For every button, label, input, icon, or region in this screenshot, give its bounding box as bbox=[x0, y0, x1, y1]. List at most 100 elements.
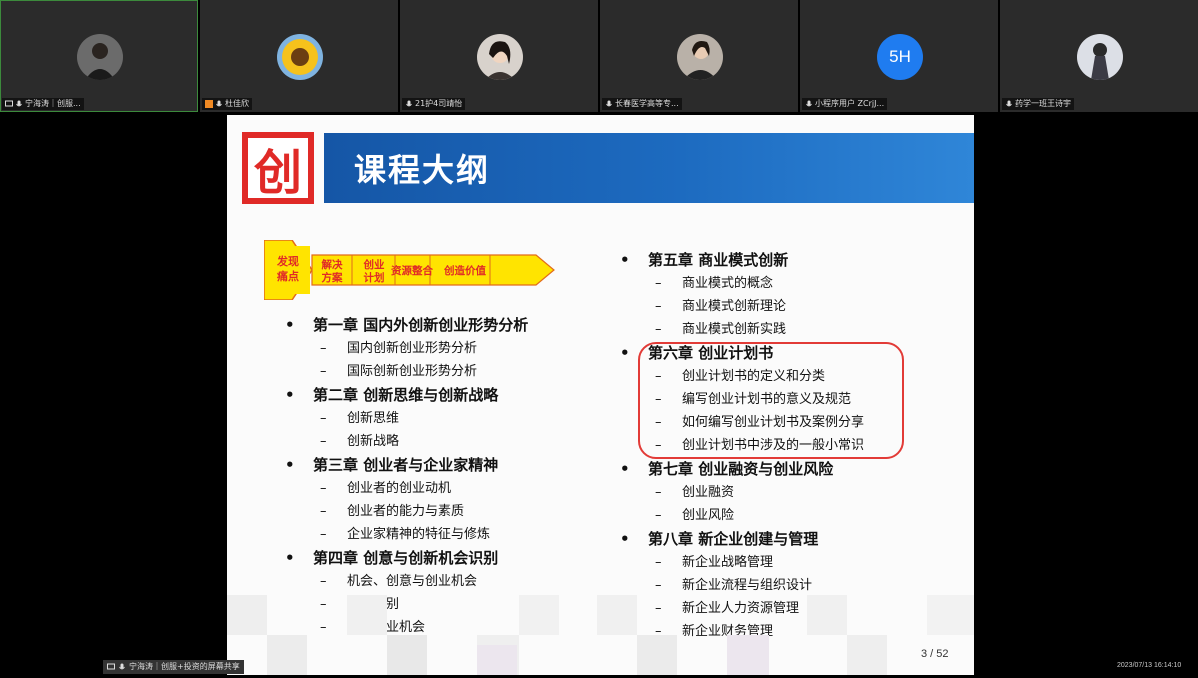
flow-band bbox=[311, 254, 555, 286]
process-flow: 发现 痛点 解决 方案 创业 计划 资源整合 创造价值 bbox=[263, 239, 556, 304]
dash: – bbox=[320, 504, 327, 519]
participant-tile[interactable]: 长春医学高等专... bbox=[600, 0, 798, 112]
dash: – bbox=[655, 578, 662, 593]
chapter-title: 第七章 创业融资与创业风险 bbox=[648, 460, 834, 478]
bullet: • bbox=[285, 316, 295, 334]
participant-name: 宁海涛｜创服... bbox=[25, 99, 81, 108]
chapter-heading: • 第八章 新企业创建与管理 bbox=[620, 527, 864, 551]
chapter-item: – 企业家精神的特征与修炼 bbox=[285, 523, 528, 546]
chapter-item: – 国内创新创业形势分析 bbox=[285, 337, 528, 360]
participant-tile[interactable]: 21护4司靖怡 bbox=[400, 0, 598, 112]
initials-avatar: 5H bbox=[877, 34, 923, 80]
microphone-icon bbox=[119, 663, 125, 670]
bullet: • bbox=[620, 251, 630, 269]
chapter-item-text: 商业模式的概念 bbox=[682, 276, 774, 291]
person-avatar bbox=[1077, 34, 1123, 80]
chapter-item-text: 国际创新创业形势分析 bbox=[347, 364, 478, 379]
slide-title: 课程大纲 bbox=[354, 151, 491, 189]
participant-name-bar: 长春医学高等专... bbox=[602, 98, 682, 110]
chapter-item: – 新企业战略管理 bbox=[620, 551, 864, 574]
participant-strip: 宁海涛｜创服... 杜佳欣 21护4司靖怡 长春医学高等专... 5H 小程序用… bbox=[0, 0, 1198, 112]
participant-tile[interactable]: 药学一班王诗宇 bbox=[1000, 0, 1198, 112]
chapter-item-text: 新企业流程与组织设计 bbox=[682, 578, 813, 593]
bullet: • bbox=[620, 530, 630, 548]
participant-name-bar: 药学一班王诗宇 bbox=[1002, 98, 1074, 110]
microphone-icon bbox=[806, 100, 812, 107]
chapter-item: – 国际创新创业形势分析 bbox=[285, 360, 528, 383]
participant-name-bar: 小程序用户 ZCrjJ... bbox=[802, 98, 888, 110]
participant-name: 小程序用户 ZCrjJ... bbox=[815, 99, 885, 108]
microphone-icon bbox=[606, 100, 612, 107]
logo-character: 创 bbox=[248, 138, 308, 201]
chapter-item-text: 创业风险 bbox=[682, 508, 735, 523]
chapter-item: – 创业融资 bbox=[620, 481, 864, 504]
microphone-icon bbox=[406, 100, 412, 107]
bullet: • bbox=[285, 456, 295, 474]
decorative-mosaic bbox=[227, 595, 974, 675]
chapter-heading: • 第三章 创业者与企业家精神 bbox=[285, 453, 528, 477]
bullet: • bbox=[620, 460, 630, 478]
chapter-title: 第四章 创意与创新机会识别 bbox=[313, 549, 499, 567]
participant-name: 21护4司靖怡 bbox=[415, 99, 463, 108]
screen-share-label[interactable]: 宁海涛｜创服+投资的屏幕共享 bbox=[103, 660, 244, 674]
user-icon bbox=[205, 100, 213, 108]
microphone-icon bbox=[1006, 100, 1012, 107]
chapter-item: – 创业者的能力与素质 bbox=[285, 500, 528, 523]
chapter-heading: • 第五章 商业模式创新 bbox=[620, 248, 864, 272]
participant-name: 长春医学高等专... bbox=[615, 99, 679, 108]
dash: – bbox=[655, 276, 662, 291]
chapter-item-text: 企业家精神的特征与修炼 bbox=[347, 527, 491, 542]
dash: – bbox=[655, 508, 662, 523]
flow-step-3-line2: 计划 bbox=[364, 271, 385, 284]
chapter-item: – 创新战略 bbox=[285, 430, 528, 453]
participant-name-bar: 宁海涛｜创服... bbox=[2, 98, 84, 110]
participant-tile[interactable]: 杜佳欣 bbox=[200, 0, 398, 112]
participant-name: 杜佳欣 bbox=[225, 99, 249, 108]
dash: – bbox=[655, 485, 662, 500]
flow-step-5: 创造价值 bbox=[443, 264, 486, 277]
flow-step-4: 资源整合 bbox=[391, 264, 433, 277]
chapter-item: – 创业者的创业动机 bbox=[285, 477, 528, 500]
chapter-item: – 商业模式创新理论 bbox=[620, 295, 864, 318]
chapter-item: – 创新思维 bbox=[285, 407, 528, 430]
chapter-item-text: 创业融资 bbox=[682, 485, 735, 500]
chapter-item: – 机会、创意与创业机会 bbox=[285, 570, 528, 593]
timestamp: 2023/07/13 16:14:10 bbox=[1117, 662, 1182, 669]
flow-step-2-line2: 方案 bbox=[322, 271, 343, 284]
chapter-item-text: 创新战略 bbox=[347, 434, 400, 449]
shared-slide: 创 课程大纲 发现 痛点 解决 方案 创业 计划 资源整合 创造价值 • 第一章… bbox=[227, 115, 974, 675]
dash: – bbox=[320, 364, 327, 379]
chapter-item-text: 新企业战略管理 bbox=[682, 555, 774, 570]
chapter-item: – 创业风险 bbox=[620, 504, 864, 527]
participant-name-bar: 21护4司靖怡 bbox=[402, 98, 466, 110]
participant-tile[interactable]: 宁海涛｜创服... bbox=[0, 0, 198, 112]
dash: – bbox=[655, 555, 662, 570]
flow-step-3-line1: 创业 bbox=[363, 258, 385, 271]
dash: – bbox=[320, 411, 327, 426]
highlight-ring bbox=[638, 342, 904, 459]
chapter-heading: • 第七章 创业融资与创业风险 bbox=[620, 457, 864, 481]
chapter-item-text: 机会、创意与创业机会 bbox=[347, 574, 478, 589]
chapter-item-text: 创业者的创业动机 bbox=[347, 481, 452, 496]
microphone-icon bbox=[16, 100, 22, 107]
chapter-title: 第五章 商业模式创新 bbox=[648, 251, 789, 269]
chapter-item: – 商业模式创新实践 bbox=[620, 318, 864, 341]
chapter-title: 第八章 新企业创建与管理 bbox=[648, 530, 819, 548]
chapter-heading: • 第四章 创意与创新机会识别 bbox=[285, 546, 528, 570]
flow-step-1-line1: 发现 bbox=[276, 254, 299, 268]
page-indicator: 3 / 52 bbox=[921, 648, 949, 660]
dash: – bbox=[320, 434, 327, 449]
participant-tile[interactable]: 5H 小程序用户 ZCrjJ... bbox=[800, 0, 998, 112]
chapter-item: – 新企业流程与组织设计 bbox=[620, 574, 864, 597]
person-avatar bbox=[77, 34, 123, 80]
chapter-item: – 商业模式的概念 bbox=[620, 272, 864, 295]
dash: – bbox=[320, 574, 327, 589]
bullet: • bbox=[620, 344, 630, 362]
chapter-heading: • 第一章 国内外创新创业形势分析 bbox=[285, 313, 528, 337]
chapter-item-text: 商业模式创新实践 bbox=[682, 322, 787, 337]
chapter-item-text: 创新思维 bbox=[347, 411, 400, 426]
chapter-item-text: 商业模式创新理论 bbox=[682, 299, 787, 314]
flow-step-1-line2: 痛点 bbox=[276, 269, 299, 283]
chapter-heading: • 第二章 创新思维与创新战略 bbox=[285, 383, 528, 407]
chapter-title: 第一章 国内外创新创业形势分析 bbox=[313, 316, 529, 334]
